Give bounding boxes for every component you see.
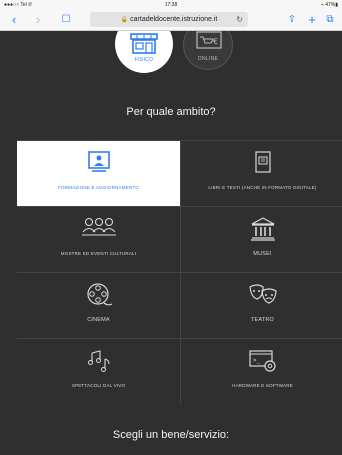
category-label: LIBRI E TESTI (ANCHE IN FORMATO DIGITALE… — [208, 185, 317, 190]
music-notes-icon — [87, 350, 109, 372]
battery-indicator: ⌁ 47%▮ — [320, 2, 338, 8]
category-label: MUSEI — [253, 251, 272, 257]
clock: 17:38 — [164, 2, 178, 8]
category-label: FORMAZIONE E AGGIORNAMENTO — [58, 185, 139, 190]
bene-servizio-heading: Scegli un bene/servizio: — [112, 429, 230, 441]
url-bar[interactable]: 🔒 cartadeldocente.istruzione.it ↻ — [90, 12, 248, 27]
group-people-icon — [81, 217, 116, 236]
online-shop-icon: € — [196, 31, 222, 49]
category-label: SPETTACOLI DAL VIVO — [71, 383, 126, 388]
back-button[interactable]: ‹ — [6, 12, 22, 28]
museum-icon — [250, 217, 275, 241]
share-icon[interactable]: ⇪ — [284, 12, 300, 28]
tabs-icon[interactable]: ⧉ — [322, 12, 338, 28]
page-content: FISICO € ONLINE Per quale ambito? FORMAZ… — [0, 31, 342, 455]
category-tile-spettacoli[interactable]: SPETTACOLI DAL VIVO — [17, 338, 181, 404]
forward-button[interactable]: › — [30, 12, 46, 28]
category-label: MOSTRE ED EVENTI CULTURALI — [60, 251, 137, 256]
category-tile-mostre[interactable]: MOSTRE ED EVENTI CULTURALI — [17, 206, 181, 272]
svg-text:€: € — [213, 37, 218, 46]
hardware-software-icon: >_ — [248, 350, 276, 372]
bookmarks-icon[interactable]: ☐ — [58, 12, 74, 28]
ambito-online-option[interactable]: € ONLINE — [183, 31, 233, 70]
reload-icon[interactable]: ↻ — [236, 12, 243, 27]
ambito-heading: Per quale ambito? — [126, 106, 216, 118]
ambito-fisico-option[interactable]: FISICO — [115, 31, 173, 73]
fisico-label: FISICO — [134, 57, 154, 63]
svg-text:>_: >_ — [253, 357, 261, 364]
store-icon — [130, 33, 158, 54]
film-reel-icon — [86, 283, 112, 306]
person-board-icon — [87, 151, 110, 172]
category-tile-teatro[interactable]: TEATRO — [181, 272, 342, 338]
ios-status-bar: ●●●○○ Tel ✆ 17:38 ⌁ 47%▮ — [0, 0, 342, 9]
url-text: cartadeldocente.istruzione.it — [130, 16, 218, 23]
book-icon — [254, 151, 271, 173]
category-tile-hardware[interactable]: >_ HARDWARE E SOFTWARE — [181, 338, 342, 404]
theater-masks-icon — [248, 284, 277, 304]
browser-toolbar: ‹ › ☐ 🔒 cartadeldocente.istruzione.it ↻ ⇪… — [0, 9, 342, 31]
category-tile-cinema[interactable]: CINEMA — [17, 272, 181, 338]
category-label: TEATRO — [250, 317, 275, 323]
lock-icon: 🔒 — [120, 17, 129, 23]
category-label: HARDWARE E SOFTWARE — [232, 383, 293, 388]
category-label: CINEMA — [87, 317, 110, 323]
new-tab-button[interactable]: + — [304, 12, 320, 28]
category-tile-libri[interactable]: LIBRI E TESTI (ANCHE IN FORMATO DIGITALE… — [181, 140, 342, 206]
category-tile-musei[interactable]: MUSEI — [181, 206, 342, 272]
online-label: ONLINE — [197, 56, 219, 62]
category-tile-formazione[interactable]: FORMAZIONE E AGGIORNAMENTO — [17, 140, 181, 206]
